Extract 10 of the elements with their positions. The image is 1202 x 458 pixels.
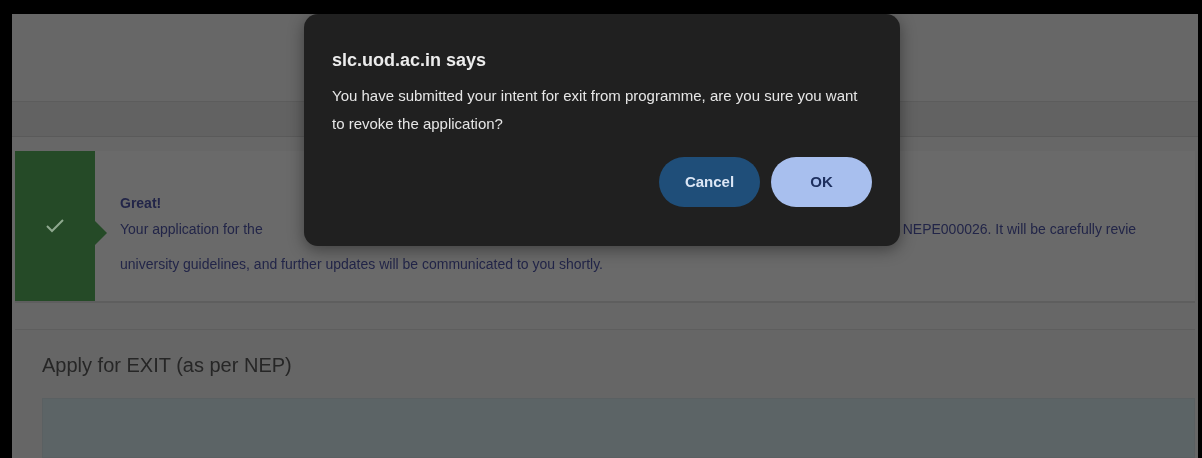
section-title: Apply for EXIT (as per NEP) (42, 353, 293, 378)
dialog-title: slc.uod.ac.in says (332, 49, 488, 72)
dialog-button[interactable]: Cancel (659, 157, 760, 207)
alert-text: Your application for the (120, 220, 263, 240)
alert-text: NEPE000026. It will be carefully revie (902, 220, 1137, 240)
alert-text: university guidelines, and further updates will be communicated to you shortly. (120, 255, 604, 275)
check-icon (46, 219, 64, 234)
dialog-button[interactable]: OK (771, 157, 872, 207)
dialog-message: You have submitted your intent for exit from programme, are you sure you want to revoke the application? (332, 86, 859, 134)
alert-title: Great! (120, 194, 163, 214)
